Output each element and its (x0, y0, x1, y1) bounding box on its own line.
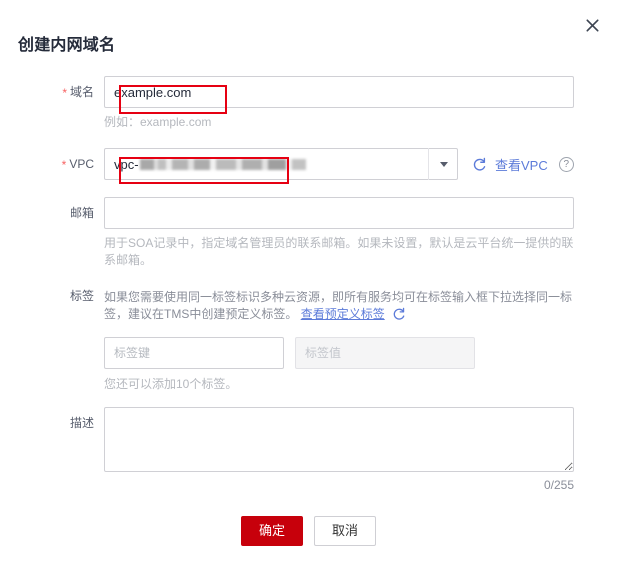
vpc-label: * VPC (0, 148, 104, 180)
tag-value-input[interactable] (295, 337, 475, 369)
vpc-select-value: vpc- (114, 157, 306, 172)
tag-label: 标签 (0, 281, 104, 311)
domain-field-col: 例如：example.com (104, 76, 617, 131)
form-row-email: 邮箱 用于SOA记录中，指定域名管理员的联系邮箱。如果未设置，默认是云平台统一提… (0, 197, 617, 269)
required-asterisk: * (61, 158, 67, 172)
form-row-vpc: * VPC vpc- 查看VPC ? (0, 148, 617, 180)
tag-key-input[interactable] (104, 337, 284, 369)
form-row-domain: *域名 例如：example.com (0, 76, 617, 131)
help-circle-icon[interactable]: ? (558, 156, 574, 172)
create-zone-form: *域名 例如：example.com *VPC vpc- (0, 76, 617, 492)
close-icon[interactable] (581, 14, 603, 36)
tag-description-block: 如果您需要使用同一标签标识多种云资源，即所有服务均可在标签输入框下拉选择同一标签… (104, 281, 579, 326)
vpc-label-text: VPC (69, 157, 94, 171)
form-row-description: 描述 0/255 (0, 407, 617, 492)
vpc-select[interactable]: vpc- (104, 148, 458, 180)
email-hint: 用于SOA记录中，指定域名管理员的联系邮箱。如果未设置，默认是云平台统一提供的联… (104, 236, 574, 267)
description-counter: 0/255 (543, 478, 574, 492)
create-private-zone-dialog: 创建内网域名 *域名 例如：example.com *VPC (0, 0, 617, 576)
vpc-field-col: vpc- 查看VPC ? (104, 148, 617, 180)
description-field-col: 0/255 (104, 407, 617, 492)
form-row-tag: 标签 如果您需要使用同一标签标识多种云资源，即所有服务均可在标签输入框下拉选择同… (0, 281, 617, 393)
refresh-icon[interactable] (392, 307, 406, 326)
email-label: 邮箱 (0, 197, 104, 229)
vpc-value-redacted (139, 158, 306, 170)
tag-inputs (104, 337, 603, 369)
domain-hint: 例如：example.com (104, 115, 212, 129)
vpc-select-box[interactable]: vpc- (104, 148, 458, 180)
tag-remaining-hint: 您还可以添加10个标签。 (104, 377, 238, 391)
description-textarea[interactable] (104, 407, 574, 472)
dialog-title: 创建内网域名 (18, 37, 116, 54)
tag-field-col: 如果您需要使用同一标签标识多种云资源，即所有服务均可在标签输入框下拉选择同一标签… (104, 281, 617, 393)
vpc-field-row: vpc- 查看VPC ? (104, 148, 603, 180)
domain-input[interactable] (104, 76, 574, 108)
chevron-down-icon[interactable] (428, 148, 458, 180)
email-input[interactable] (104, 197, 574, 229)
domain-label-text: 域名 (69, 85, 94, 99)
vpc-value-prefix: vpc- (114, 156, 139, 172)
dialog-footer: 确定 取消 (0, 516, 617, 546)
view-vpc-link[interactable]: 查看VPC (495, 155, 548, 174)
domain-label: * 域名 (0, 76, 104, 108)
refresh-icon[interactable] (470, 155, 488, 173)
description-label-text: 描述 (69, 416, 94, 430)
description-label: 描述 (0, 407, 104, 439)
confirm-button[interactable]: 确定 (240, 516, 303, 546)
email-field-col: 用于SOA记录中，指定域名管理员的联系邮箱。如果未设置，默认是云平台统一提供的联… (104, 197, 617, 269)
cancel-button[interactable]: 取消 (314, 516, 377, 546)
email-label-text: 邮箱 (69, 206, 94, 220)
tag-label-text: 标签 (69, 289, 94, 303)
required-asterisk: * (62, 86, 67, 100)
view-predefined-tags-link[interactable]: 查看预定义标签 (301, 307, 385, 321)
